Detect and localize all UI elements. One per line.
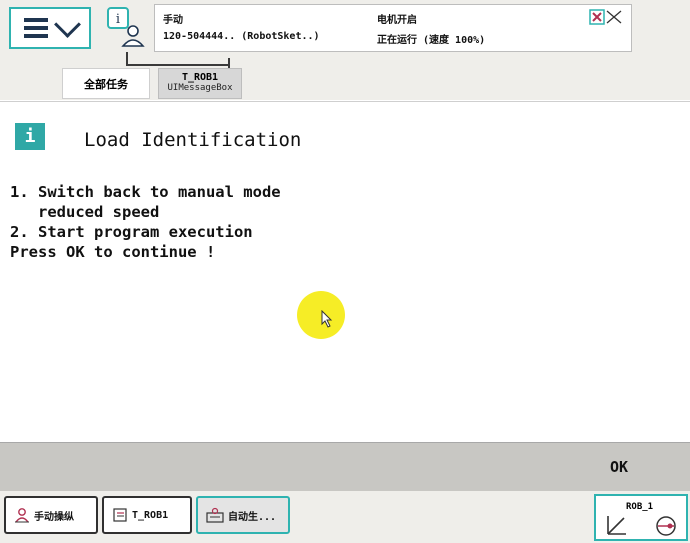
dialog-title: Load Identification bbox=[84, 129, 302, 151]
ok-button[interactable]: OK bbox=[608, 443, 630, 491]
message-line-3: 2. Start program execution bbox=[10, 223, 253, 241]
svg-text:i: i bbox=[116, 12, 120, 27]
message-box: i Load Identification 1. Switch back to … bbox=[0, 101, 690, 442]
taskbar-jogging[interactable]: 手动操纵 bbox=[4, 496, 98, 534]
hamburger-icon bbox=[23, 18, 48, 38]
taskbar-t-rob1-label: T_ROB1 bbox=[132, 509, 169, 521]
mouse-cursor-icon bbox=[321, 310, 333, 328]
motor-state: 电机开启 bbox=[377, 15, 417, 26]
close-icon bbox=[589, 9, 622, 25]
tab-connector bbox=[126, 52, 230, 66]
tab-t-rob1-label: T_ROB1 bbox=[181, 72, 219, 83]
message-line-4: Press OK to continue ! bbox=[10, 243, 216, 261]
production-icon bbox=[206, 507, 224, 523]
taskbar-t-rob1[interactable]: T_ROB1 bbox=[102, 496, 192, 534]
info-icon: i bbox=[15, 123, 45, 150]
taskbar-production[interactable]: 自动生... bbox=[196, 496, 290, 534]
event-log-button[interactable]: i bbox=[106, 6, 148, 52]
tab-t-rob1[interactable]: T_ROB1 UIMessageBox bbox=[158, 68, 242, 99]
button-bar: OK bbox=[0, 442, 690, 491]
chevron-down-icon bbox=[53, 10, 81, 38]
tab-connector-line bbox=[228, 58, 230, 68]
taskbar-jogging-label: 手动操纵 bbox=[34, 511, 74, 523]
status-panel[interactable]: 手动 120-504444.. (RobotSket..) 电机开启 正在运行 … bbox=[154, 4, 632, 52]
user-info-icon: i bbox=[107, 7, 145, 47]
tab-all-tasks-label: 全部任务 bbox=[84, 77, 128, 91]
top-bar: i 手动 120-504444.. (RobotSket..) 电机开启 正在运… bbox=[0, 0, 690, 100]
run-status: 正在运行 (速度 100%) bbox=[377, 35, 486, 46]
tab-t-rob1-sublabel: UIMessageBox bbox=[167, 83, 233, 93]
controller-name: 120-504444.. (RobotSket..) bbox=[163, 31, 320, 42]
taskbar: 手动操纵 T_ROB1 自动生... ROB_1 bbox=[0, 491, 690, 543]
close-button[interactable] bbox=[589, 9, 623, 25]
operating-mode: 手动 bbox=[163, 15, 183, 26]
program-icon bbox=[113, 508, 127, 522]
message-line-2: reduced speed bbox=[10, 203, 160, 221]
user-icon bbox=[15, 508, 29, 523]
tab-all-tasks[interactable]: 全部任务 bbox=[62, 68, 150, 99]
message-line-1: 1. Switch back to manual mode bbox=[10, 183, 281, 201]
taskbar-production-label: 自动生... bbox=[228, 511, 277, 523]
quickset-button[interactable]: ROB_1 bbox=[594, 494, 688, 541]
jog-coordinate-icon bbox=[607, 516, 676, 536]
main-menu-button[interactable] bbox=[9, 7, 91, 49]
